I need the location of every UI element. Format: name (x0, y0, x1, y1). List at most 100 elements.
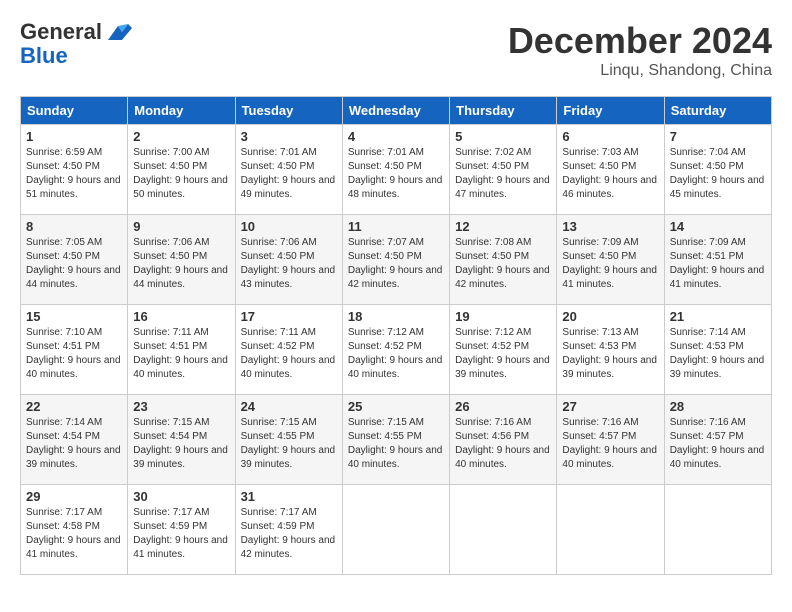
sunrise-label: Sunrise: 7:10 AM (26, 327, 102, 338)
sunrise-label: Sunrise: 7:17 AM (133, 507, 209, 518)
day-number: 10 (241, 219, 337, 234)
weekday-header-saturday: Saturday (664, 97, 771, 125)
week-row-5: 29Sunrise: 7:17 AMSunset: 4:58 PMDayligh… (21, 485, 772, 575)
calendar-cell: 10Sunrise: 7:06 AMSunset: 4:50 PMDayligh… (235, 215, 342, 305)
logo-general-text: General (20, 20, 102, 44)
day-number: 1 (26, 129, 122, 144)
daylight-label: Daylight: 9 hours and 44 minutes. (26, 265, 121, 290)
calendar-cell: 30Sunrise: 7:17 AMSunset: 4:59 PMDayligh… (128, 485, 235, 575)
day-number: 25 (348, 399, 444, 414)
daylight-label: Daylight: 9 hours and 47 minutes. (455, 175, 550, 200)
calendar-cell: 9Sunrise: 7:06 AMSunset: 4:50 PMDaylight… (128, 215, 235, 305)
daylight-label: Daylight: 9 hours and 46 minutes. (562, 175, 657, 200)
daylight-label: Daylight: 9 hours and 41 minutes. (133, 535, 228, 560)
daylight-label: Daylight: 9 hours and 39 minutes. (455, 355, 550, 380)
sunrise-label: Sunrise: 7:12 AM (455, 327, 531, 338)
day-number: 6 (562, 129, 658, 144)
sunrise-label: Sunrise: 7:06 AM (133, 237, 209, 248)
day-info: Sunrise: 7:15 AMSunset: 4:55 PMDaylight:… (348, 416, 444, 472)
day-info: Sunrise: 7:12 AMSunset: 4:52 PMDaylight:… (348, 326, 444, 382)
sunset-label: Sunset: 4:55 PM (348, 431, 422, 442)
weekday-header-tuesday: Tuesday (235, 97, 342, 125)
day-number: 13 (562, 219, 658, 234)
daylight-label: Daylight: 9 hours and 51 minutes. (26, 175, 121, 200)
calendar-cell: 31Sunrise: 7:17 AMSunset: 4:59 PMDayligh… (235, 485, 342, 575)
calendar-cell: 23Sunrise: 7:15 AMSunset: 4:54 PMDayligh… (128, 395, 235, 485)
daylight-label: Daylight: 9 hours and 39 minutes. (670, 355, 765, 380)
calendar-cell: 29Sunrise: 7:17 AMSunset: 4:58 PMDayligh… (21, 485, 128, 575)
day-info: Sunrise: 7:09 AMSunset: 4:50 PMDaylight:… (562, 236, 658, 292)
daylight-label: Daylight: 9 hours and 45 minutes. (670, 175, 765, 200)
calendar-cell: 22Sunrise: 7:14 AMSunset: 4:54 PMDayligh… (21, 395, 128, 485)
weekday-header-row: SundayMondayTuesdayWednesdayThursdayFrid… (21, 97, 772, 125)
day-number: 20 (562, 309, 658, 324)
calendar-cell: 2 Sunrise: 7:00 AMSunset: 4:50 PMDaylight… (128, 125, 235, 215)
day-number: 7 (670, 129, 766, 144)
calendar-cell: 19Sunrise: 7:12 AMSunset: 4:52 PMDayligh… (450, 305, 557, 395)
day-info: Sunrise: 7:15 AMSunset: 4:54 PMDaylight:… (133, 416, 229, 472)
daylight-label: Daylight: 9 hours and 40 minutes. (562, 445, 657, 470)
sunrise-label: Sunrise: 7:09 AM (670, 237, 746, 248)
day-info: Sunrise: 7:10 AM Sunset: 4:51 PM Daylight:… (26, 326, 122, 382)
day-info: Sunrise: 6:59 AMSunset: 4:50 PMDaylight:… (26, 146, 122, 202)
day-number: 14 (670, 219, 766, 234)
calendar-cell: 18Sunrise: 7:12 AMSunset: 4:52 PMDayligh… (342, 305, 449, 395)
sunrise-label: Sunrise: 7:15 AM (348, 417, 424, 428)
sunset-label: Sunset: 4:50 PM (348, 251, 422, 262)
day-number: 21 (670, 309, 766, 324)
day-info: Sunrise: 7:00 AMSunset: 4:50 PMDaylight:… (133, 146, 229, 202)
sunrise-label: Sunrise: 7:03 AM (562, 147, 638, 158)
sunset-label: Sunset: 4:51 PM (26, 341, 100, 352)
sunset-label: Sunset: 4:59 PM (133, 521, 207, 532)
sunrise-label: Sunrise: 7:02 AM (455, 147, 531, 158)
sunset-label: Sunset: 4:53 PM (670, 341, 744, 352)
day-number: 31 (241, 489, 337, 504)
calendar-cell: 16Sunrise: 7:11 AMSunset: 4:51 PMDayligh… (128, 305, 235, 395)
daylight-label: Daylight: 9 hours and 40 minutes. (26, 355, 121, 380)
sunset-label: Sunset: 4:54 PM (133, 431, 207, 442)
day-number: 12 (455, 219, 551, 234)
location-title: Linqu, Shandong, China (508, 62, 772, 80)
sunrise-label: Sunrise: 7:16 AM (455, 417, 531, 428)
day-number: 2 (133, 129, 229, 144)
logo: General Blue (20, 20, 134, 68)
daylight-label: Daylight: 9 hours and 48 minutes. (348, 175, 443, 200)
title-block: December 2024 Linqu, Shandong, China (508, 20, 772, 80)
daylight-label: Daylight: 9 hours and 43 minutes. (241, 265, 336, 290)
daylight-label: Daylight: 9 hours and 40 minutes. (241, 355, 336, 380)
day-info: Sunrise: 7:03 AMSunset: 4:50 PMDaylight:… (562, 146, 658, 202)
sunrise-label: Sunrise: 7:05 AM (26, 237, 102, 248)
sunset-label: Sunset: 4:50 PM (26, 251, 100, 262)
daylight-label: Daylight: 9 hours and 39 minutes. (241, 445, 336, 470)
sunset-label: Sunset: 4:50 PM (241, 161, 315, 172)
calendar-cell: 20Sunrise: 7:13 AMSunset: 4:53 PMDayligh… (557, 305, 664, 395)
day-number: 17 (241, 309, 337, 324)
daylight-label: Daylight: 9 hours and 50 minutes. (133, 175, 228, 200)
day-number: 9 (133, 219, 229, 234)
daylight-label: Daylight: 9 hours and 42 minutes. (348, 265, 443, 290)
sunrise-label: Sunrise: 7:01 AM (241, 147, 317, 158)
sunrise-label: Sunrise: 7:01 AM (348, 147, 424, 158)
daylight-label: Daylight: 9 hours and 42 minutes. (241, 535, 336, 560)
day-info: Sunrise: 7:17 AM Sunset: 4:59 PM Daylight:… (133, 506, 229, 562)
week-row-4: 22Sunrise: 7:14 AMSunset: 4:54 PMDayligh… (21, 395, 772, 485)
calendar-cell: 17Sunrise: 7:11 AMSunset: 4:52 PMDayligh… (235, 305, 342, 395)
sunrise-label: Sunrise: 7:00 AM (133, 147, 209, 158)
day-info: Sunrise: 7:16 AMSunset: 4:57 PMDaylight:… (562, 416, 658, 472)
day-info: Sunrise: 7:16 AMSunset: 4:56 PMDaylight:… (455, 416, 551, 472)
calendar-cell (342, 485, 449, 575)
day-info: Sunrise: 7:14 AMSunset: 4:54 PMDaylight:… (26, 416, 122, 472)
sunset-label: Sunset: 4:54 PM (26, 431, 100, 442)
sunset-label: Sunset: 4:53 PM (562, 341, 636, 352)
calendar-cell: 14Sunrise: 7:09 AMSunset: 4:51 PMDayligh… (664, 215, 771, 305)
calendar-cell: 3Sunrise: 7:01 AMSunset: 4:50 PMDaylight… (235, 125, 342, 215)
day-number: 16 (133, 309, 229, 324)
sunrise-label: Sunrise: 7:17 AM (241, 507, 317, 518)
sunset-label: Sunset: 4:50 PM (26, 161, 100, 172)
calendar-cell: 1 Sunrise: 6:59 AMSunset: 4:50 PMDaylight… (21, 125, 128, 215)
sunset-label: Sunset: 4:56 PM (455, 431, 529, 442)
sunset-label: Sunset: 4:50 PM (670, 161, 744, 172)
sunrise-label: Sunrise: 7:06 AM (241, 237, 317, 248)
calendar-cell: 25Sunrise: 7:15 AMSunset: 4:55 PMDayligh… (342, 395, 449, 485)
calendar-table: SundayMondayTuesdayWednesdayThursdayFrid… (20, 96, 772, 575)
